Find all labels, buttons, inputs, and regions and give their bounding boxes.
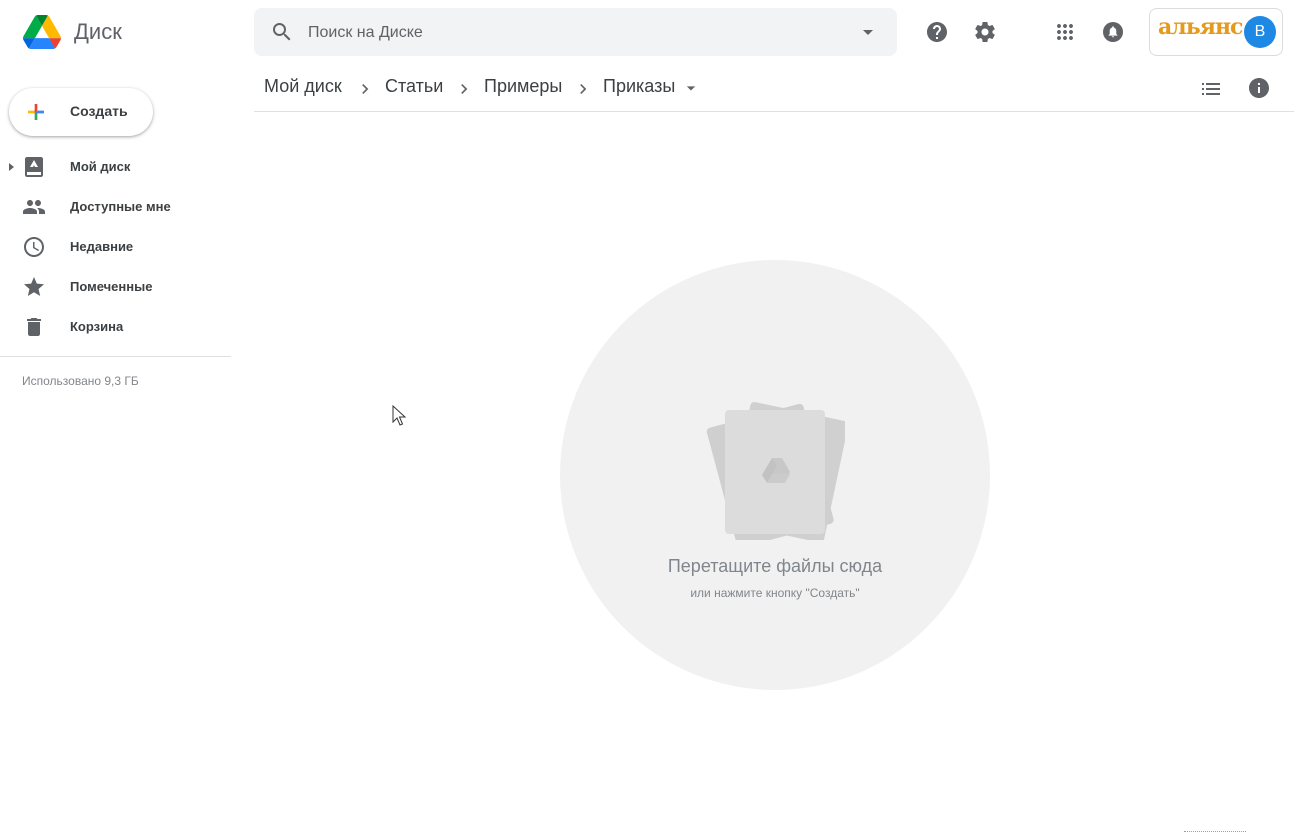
- search-icon[interactable]: [270, 20, 294, 44]
- folder-menu-dropdown-icon[interactable]: [681, 78, 701, 98]
- help-icon[interactable]: [925, 20, 949, 44]
- settings-icon[interactable]: [973, 20, 997, 44]
- chevron-right-icon: [362, 84, 369, 94]
- mouse-cursor-icon: [392, 405, 406, 426]
- empty-folder-illustration: [706, 401, 845, 540]
- info-icon[interactable]: [1247, 76, 1271, 100]
- sidebar-item-label: Мой диск: [70, 159, 131, 174]
- create-button[interactable]: Создать: [9, 88, 153, 136]
- sidebar-item-my-drive[interactable]: Мой диск: [0, 147, 232, 187]
- sidebar-item-label: Помеченные: [70, 279, 153, 294]
- app-title: Диск: [74, 19, 122, 44]
- sidebar-item-label: Доступные мне: [70, 199, 171, 214]
- sidebar-item-starred[interactable]: Помеченные: [0, 267, 232, 307]
- star-icon: [24, 277, 44, 296]
- toolbar-divider: [254, 111, 1294, 112]
- status-divider: [1184, 831, 1246, 832]
- plus-icon: [28, 104, 44, 120]
- search-options-icon[interactable]: [856, 20, 880, 44]
- search-bar[interactable]: [254, 8, 897, 58]
- chevron-right-icon: [580, 84, 587, 94]
- empty-state-subtitle: или нажмите кнопку "Создать": [690, 586, 860, 600]
- empty-state-title: Перетащите файлы сюда: [667, 556, 883, 576]
- create-button-label: Создать: [70, 103, 128, 119]
- breadcrumb-examples[interactable]: Примеры: [484, 76, 562, 97]
- sidebar-divider: [0, 356, 231, 357]
- notifications-icon[interactable]: [1101, 20, 1125, 44]
- people-icon: [23, 200, 45, 214]
- breadcrumb-my-drive[interactable]: Мой диск: [264, 76, 342, 97]
- sidebar-item-label: Корзина: [70, 319, 124, 334]
- chevron-right-icon: [461, 84, 468, 94]
- trash-icon: [27, 318, 41, 336]
- avatar[interactable]: В: [1244, 16, 1276, 48]
- apps-icon[interactable]: [1053, 20, 1077, 44]
- list-view-icon[interactable]: [1199, 76, 1223, 100]
- drive-icon: [25, 157, 43, 177]
- organization-logo: альянс: [1158, 14, 1243, 40]
- storage-usage[interactable]: Использовано 9,3 ГБ: [22, 374, 139, 388]
- sidebar-item-trash[interactable]: Корзина: [0, 307, 232, 347]
- breadcrumb-articles[interactable]: Статьи: [385, 76, 443, 97]
- search-input[interactable]: [306, 8, 850, 58]
- clock-icon: [24, 237, 44, 257]
- sidebar-item-recent[interactable]: Недавние: [0, 227, 232, 267]
- account-switcher[interactable]: альянс В: [1149, 8, 1283, 56]
- breadcrumb-current-folder[interactable]: Приказы: [603, 76, 675, 97]
- sidebar-item-shared-with-me[interactable]: Доступные мне: [0, 187, 232, 227]
- google-drive-logo[interactable]: [22, 15, 62, 49]
- sidebar-item-label: Недавние: [70, 239, 134, 254]
